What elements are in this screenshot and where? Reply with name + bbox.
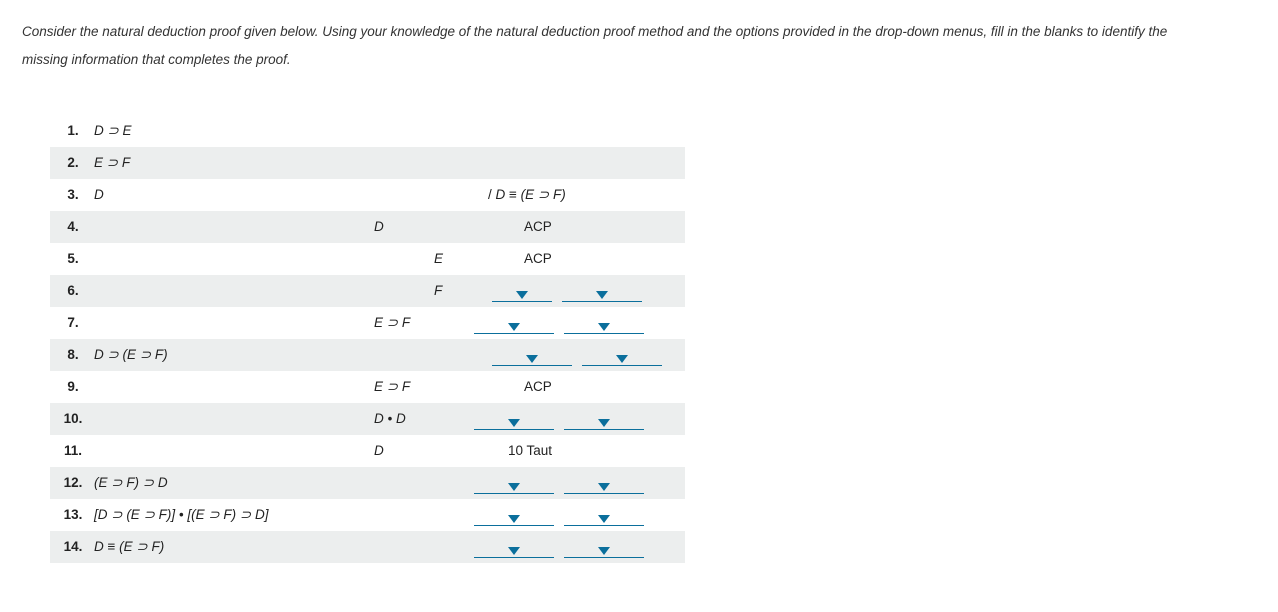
- justification-rule-dropdown[interactable]: [564, 504, 644, 526]
- formula: F: [434, 283, 474, 298]
- justification-line-dropdown[interactable]: [474, 536, 554, 558]
- proof-row: 13. [D ⊃ (E ⊃ F)] • [(E ⊃ F) ⊃ D]: [50, 499, 685, 531]
- formula: E ⊃ F: [374, 379, 434, 395]
- chevron-down-icon: [598, 547, 610, 555]
- justification-line-dropdown[interactable]: [474, 312, 554, 334]
- chevron-down-icon: [508, 515, 520, 523]
- line-number: 1.: [52, 123, 94, 138]
- proof-row: 5. E ACP: [50, 243, 685, 275]
- justification-rule-dropdown[interactable]: [564, 472, 644, 494]
- justification-line-dropdown[interactable]: [492, 280, 552, 302]
- proof-row: 14. D ≡ (E ⊃ F): [50, 531, 685, 563]
- justification-line-dropdown[interactable]: [474, 472, 554, 494]
- chevron-down-icon: [616, 355, 628, 363]
- formula: D: [94, 187, 374, 202]
- justification-text: 10 Taut: [474, 443, 552, 458]
- justification-line-dropdown[interactable]: [474, 408, 554, 430]
- justification-rule-dropdown[interactable]: [582, 344, 662, 366]
- formula: (E ⊃ F) ⊃ D: [94, 475, 374, 491]
- formula: D: [374, 219, 434, 234]
- line-number: 13.: [52, 507, 94, 522]
- chevron-down-icon: [596, 291, 608, 299]
- proof-row: 10. D • D: [50, 403, 685, 435]
- proof-row: 8. D ⊃ (E ⊃ F): [50, 339, 685, 371]
- formula: E ⊃ F: [94, 155, 374, 171]
- line-number: 14.: [52, 539, 94, 554]
- line-number: 11.: [52, 443, 94, 458]
- chevron-down-icon: [508, 483, 520, 491]
- chevron-down-icon: [516, 291, 528, 299]
- justification-text: ACP: [474, 251, 552, 266]
- justification-rule-dropdown[interactable]: [562, 280, 642, 302]
- formula: D • D: [374, 411, 434, 426]
- line-number: 12.: [52, 475, 94, 490]
- justification-line-dropdown[interactable]: [492, 344, 572, 366]
- proof-row: 3. D / D ≡ (E ⊃ F): [50, 179, 685, 211]
- chevron-down-icon: [508, 323, 520, 331]
- formula: E: [434, 251, 474, 266]
- line-number: 8.: [52, 347, 94, 362]
- proof-row: 11. D 10 Taut: [50, 435, 685, 467]
- justification-text: ACP: [474, 379, 552, 394]
- conclusion-text: / D ≡ (E ⊃ F): [474, 187, 566, 203]
- justification-rule-dropdown[interactable]: [564, 312, 644, 334]
- proof-row: 4. D ACP: [50, 211, 685, 243]
- formula: D: [374, 443, 434, 458]
- line-number: 5.: [52, 251, 94, 266]
- formula: [D ⊃ (E ⊃ F)] • [(E ⊃ F) ⊃ D]: [94, 507, 374, 523]
- formula: D ≡ (E ⊃ F): [94, 539, 374, 555]
- proof-row: 7. E ⊃ F: [50, 307, 685, 339]
- justification-rule-dropdown[interactable]: [564, 408, 644, 430]
- chevron-down-icon: [508, 547, 520, 555]
- proof-row: 6. F: [50, 275, 685, 307]
- chevron-down-icon: [508, 419, 520, 427]
- chevron-down-icon: [598, 323, 610, 331]
- proof-row: 1. D ⊃ E: [50, 115, 685, 147]
- proof-row: 2. E ⊃ F: [50, 147, 685, 179]
- formula: D ⊃ (E ⊃ F): [94, 347, 374, 363]
- line-number: 7.: [52, 315, 94, 330]
- chevron-down-icon: [598, 515, 610, 523]
- line-number: 10.: [52, 411, 94, 426]
- formula: D ⊃ E: [94, 123, 374, 139]
- instructions-text: Consider the natural deduction proof giv…: [22, 18, 1172, 75]
- proof-row: 9. E ⊃ F ACP: [50, 371, 685, 403]
- chevron-down-icon: [598, 483, 610, 491]
- line-number: 4.: [52, 219, 94, 234]
- line-number: 9.: [52, 379, 94, 394]
- justification-text: ACP: [474, 219, 552, 234]
- proof-table: 1. D ⊃ E 2. E ⊃ F 3. D / D ≡ (E ⊃ F) 4. …: [50, 115, 1256, 563]
- chevron-down-icon: [526, 355, 538, 363]
- proof-row: 12. (E ⊃ F) ⊃ D: [50, 467, 685, 499]
- line-number: 2.: [52, 155, 94, 170]
- chevron-down-icon: [598, 419, 610, 427]
- formula: E ⊃ F: [374, 315, 434, 331]
- justification-rule-dropdown[interactable]: [564, 536, 644, 558]
- line-number: 6.: [52, 283, 94, 298]
- line-number: 3.: [52, 187, 94, 202]
- justification-line-dropdown[interactable]: [474, 504, 554, 526]
